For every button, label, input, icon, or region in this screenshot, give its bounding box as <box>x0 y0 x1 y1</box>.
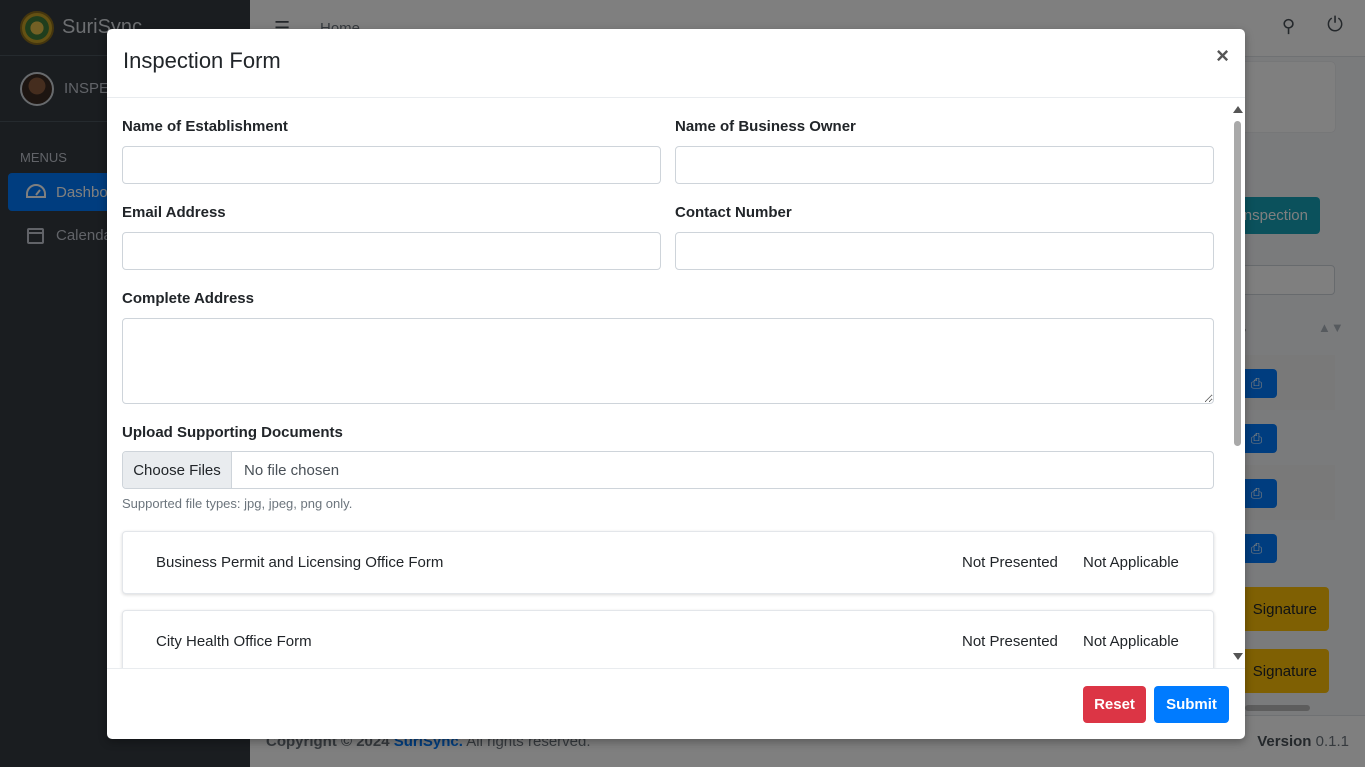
email-field[interactable] <box>122 232 661 270</box>
document-row: Business Permit and Licensing Office For… <box>122 531 1214 594</box>
not-applicable-option[interactable]: Not Applicable <box>1083 554 1179 571</box>
submit-button[interactable]: Submit <box>1154 686 1229 723</box>
document-name: City Health Office Form <box>156 633 312 650</box>
address-label: Complete Address <box>122 290 254 307</box>
close-icon[interactable]: × <box>1216 45 1229 67</box>
modal-footer: Reset Submit <box>107 668 1245 739</box>
modal-title: Inspection Form <box>123 48 281 73</box>
not-presented-option[interactable]: Not Presented <box>962 633 1058 650</box>
owner-label: Name of Business Owner <box>675 118 856 135</box>
modal-header: Inspection Form × <box>107 29 1245 98</box>
scroll-thumb[interactable] <box>1234 121 1241 446</box>
file-status: No file chosen <box>244 461 340 479</box>
inspection-form-modal: Inspection Form × Name of Establishment … <box>107 29 1245 739</box>
document-row: City Health Office Form Not Presented No… <box>122 610 1214 668</box>
owner-input[interactable] <box>675 146 1214 184</box>
not-applicable-option[interactable]: Not Applicable <box>1083 633 1179 650</box>
reset-button[interactable]: Reset <box>1083 686 1146 723</box>
modal-body: Name of Establishment Name of Business O… <box>107 99 1245 668</box>
upload-label: Upload Supporting Documents <box>122 424 343 441</box>
contact-label: Contact Number <box>675 204 792 221</box>
address-textarea[interactable] <box>122 318 1214 404</box>
choose-files-button[interactable]: Choose Files <box>123 452 232 488</box>
file-upload-input[interactable]: Choose Files No file chosen <box>122 451 1214 489</box>
file-types-help: Supported file types: jpg, jpeg, png onl… <box>122 496 353 511</box>
document-name: Business Permit and Licensing Office For… <box>156 554 444 571</box>
establishment-label: Name of Establishment <box>122 118 288 135</box>
scroll-down-icon[interactable] <box>1233 653 1243 660</box>
email-label: Email Address <box>122 204 226 221</box>
contact-field[interactable] <box>675 232 1214 270</box>
scroll-up-icon[interactable] <box>1233 106 1243 113</box>
not-presented-option[interactable]: Not Presented <box>962 554 1058 571</box>
establishment-input[interactable] <box>122 146 661 184</box>
modal-scrollbar[interactable] <box>1229 99 1245 668</box>
